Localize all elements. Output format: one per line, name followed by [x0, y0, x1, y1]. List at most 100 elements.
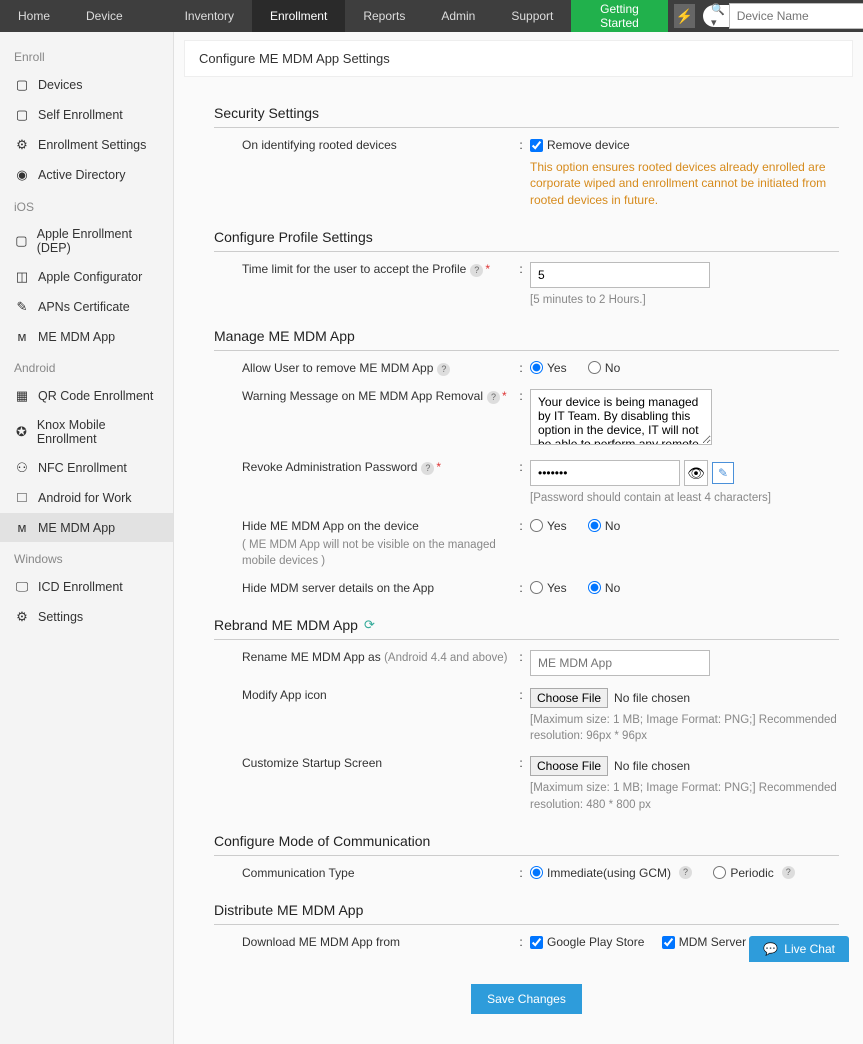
help-icon[interactable]: ?: [487, 391, 500, 404]
remove-device-checkbox[interactable]: Remove device: [530, 138, 630, 152]
comm-periodic[interactable]: Periodic?: [713, 866, 794, 880]
nav-reports[interactable]: Reports: [345, 0, 423, 32]
section-distribute: Distribute ME MDM App: [214, 884, 839, 925]
sidebar-item-label: Apple Configurator: [38, 270, 142, 284]
rename-label: Rename ME MDM App as (Android 4.4 and ab…: [242, 650, 512, 676]
sidebar-group-ios: iOS: [0, 190, 173, 220]
startup-label: Customize Startup Screen: [242, 756, 512, 812]
sidebar-item-label: ICD Enrollment: [38, 580, 123, 594]
sidebar-group-enroll: Enroll: [0, 40, 173, 70]
nav-home[interactable]: Home: [0, 0, 68, 32]
mdm-icon: ᴍ: [14, 329, 30, 344]
mdm-icon: ᴍ: [14, 520, 30, 535]
search-input[interactable]: [729, 3, 863, 29]
section-security: Security Settings: [214, 87, 839, 128]
nav-enrollment[interactable]: Enrollment: [252, 0, 345, 32]
search-icon: 🔍▾: [711, 3, 725, 29]
edit-password-button[interactable]: ✎: [712, 462, 734, 484]
sidebar-item-knox[interactable]: ✪Knox Mobile Enrollment: [0, 411, 173, 453]
sidebar-item-label: Devices: [38, 78, 82, 92]
search-box[interactable]: 🔍▾: [703, 5, 853, 27]
sidebar-item-self-enroll[interactable]: ▢Self Enrollment: [0, 100, 173, 130]
top-nav: Home Device Mgmt Inventory Enrollment Re…: [0, 0, 863, 32]
comm-immediate[interactable]: Immediate(using GCM)?: [530, 866, 692, 880]
choose-file-icon-button[interactable]: Choose File: [530, 688, 608, 708]
revoke-hint: [Password should contain at least 4 char…: [530, 490, 839, 506]
nav-admin[interactable]: Admin: [423, 0, 493, 32]
sidebar-item-nfc[interactable]: ⚇ NFC Enrollment: [0, 453, 173, 483]
pencil-icon: ✎: [718, 466, 728, 480]
hide-server-no[interactable]: No: [588, 581, 620, 595]
sidebar-item-label: NFC Enrollment: [38, 461, 127, 475]
sidebar-item-me-mdm-android[interactable]: ᴍ ME MDM App: [0, 513, 173, 542]
sidebar-item-label: Apple Enrollment (DEP): [37, 227, 159, 255]
rooted-note: This option ensures rooted devices alrea…: [530, 159, 839, 209]
play-store-checkbox[interactable]: Google Play Store: [530, 935, 644, 949]
sidebar-item-devices[interactable]: ▢ Devices: [0, 70, 173, 100]
section-comm: Configure Mode of Communication: [214, 815, 839, 856]
no-file-text: No file chosen: [614, 759, 690, 773]
chat-icon: 💬: [763, 942, 778, 956]
choose-file-startup-button[interactable]: Choose File: [530, 756, 608, 776]
time-limit-label: Time limit for the user to accept the Pr…: [242, 262, 512, 308]
page-title: Configure ME MDM App Settings: [184, 40, 853, 77]
nav-inventory[interactable]: Inventory: [167, 0, 252, 32]
eye-icon: 👁: [687, 465, 705, 482]
allow-remove-no[interactable]: No: [588, 361, 620, 375]
sidebar-item-label: Settings: [38, 610, 83, 624]
sidebar-item-apple-config[interactable]: ◫Apple Configurator: [0, 262, 173, 292]
hide-app-yes[interactable]: Yes: [530, 519, 567, 533]
startup-hint: [Maximum size: 1 MB; Image Format: PNG;]…: [530, 780, 839, 812]
apple-dep-icon: ▢: [14, 233, 29, 249]
sidebar-item-me-mdm-ios[interactable]: ᴍME MDM App: [0, 322, 173, 351]
nav-support[interactable]: Support: [493, 0, 571, 32]
content-area: Configure ME MDM App Settings Security S…: [174, 32, 863, 1044]
sidebar-item-enroll-settings[interactable]: ⚙ Enrollment Settings: [0, 130, 173, 160]
save-button[interactable]: Save Changes: [471, 984, 582, 1014]
time-limit-input[interactable]: [530, 262, 710, 288]
rooted-label: On identifying rooted devices: [242, 138, 512, 209]
allow-remove-yes[interactable]: Yes: [530, 361, 567, 375]
sidebar: Enroll ▢Devices ▢Self Enrollment ⚙Enroll…: [0, 32, 174, 1044]
gear-icon: ⚙: [14, 137, 30, 153]
comm-type-label: Communication Type: [242, 866, 512, 883]
bolt-icon[interactable]: ⚡: [674, 4, 695, 28]
sidebar-item-label: ME MDM App: [38, 521, 115, 535]
device-icon: ▢: [14, 77, 30, 93]
gear-icon: ⚙: [14, 609, 30, 625]
sidebar-group-android: Android: [0, 351, 173, 381]
sidebar-item-icd[interactable]: 🖵ICD Enrollment: [0, 572, 173, 602]
sidebar-item-qr[interactable]: ▦QR Code Enrollment: [0, 381, 173, 411]
no-file-text: No file chosen: [614, 691, 690, 705]
help-icon[interactable]: ?: [679, 866, 692, 879]
sidebar-item-settings[interactable]: ⚙ Settings: [0, 602, 173, 632]
help-icon[interactable]: ?: [470, 264, 483, 277]
sidebar-item-apple-dep[interactable]: ▢ Apple Enrollment (DEP): [0, 220, 173, 262]
section-manage: Manage ME MDM App: [214, 310, 839, 351]
directory-icon: ◉: [14, 167, 30, 183]
hide-server-yes[interactable]: Yes: [530, 581, 567, 595]
rename-input[interactable]: [530, 650, 710, 676]
section-rebrand: Rebrand ME MDM App⟳: [214, 599, 839, 640]
show-password-button[interactable]: 👁: [684, 460, 708, 486]
sidebar-item-apns[interactable]: ✎APNs Certificate: [0, 292, 173, 322]
allow-remove-label: Allow User to remove ME MDM App?: [242, 361, 512, 378]
sidebar-item-label: Enrollment Settings: [38, 138, 146, 152]
qr-icon: ▦: [14, 388, 30, 404]
getting-started-button[interactable]: Getting Started: [571, 0, 667, 35]
sidebar-item-active-directory[interactable]: ◉Active Directory: [0, 160, 173, 190]
live-chat-button[interactable]: 💬 Live Chat: [749, 936, 849, 962]
help-icon[interactable]: ?: [437, 363, 450, 376]
icon-hint: [Maximum size: 1 MB; Image Format: PNG;]…: [530, 712, 839, 744]
time-limit-hint: [5 minutes to 2 Hours.]: [530, 292, 839, 308]
nfc-icon: ⚇: [14, 460, 30, 476]
hide-app-no[interactable]: No: [588, 519, 620, 533]
refresh-icon[interactable]: ⟳: [364, 617, 375, 633]
sidebar-item-label: Self Enrollment: [38, 108, 123, 122]
nav-device-mgmt[interactable]: Device Mgmt: [68, 0, 167, 32]
help-icon[interactable]: ?: [782, 866, 795, 879]
warning-textarea[interactable]: [530, 389, 712, 445]
help-icon[interactable]: ?: [421, 462, 434, 475]
sidebar-item-afw[interactable]: 🞎Android for Work: [0, 483, 173, 513]
revoke-password-input[interactable]: [530, 460, 680, 486]
